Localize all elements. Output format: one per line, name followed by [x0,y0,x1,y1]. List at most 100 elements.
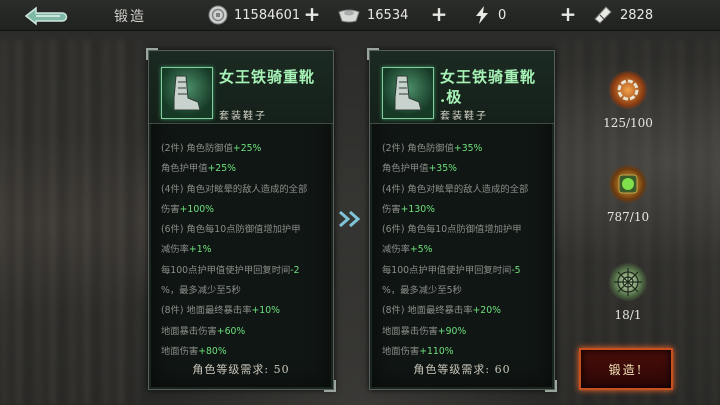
stat-value: +130% [400,203,435,215]
forged-item-header: 女王铁骑重靴 .极 套装鞋子 [370,51,554,124]
stat-value: +5% [409,244,433,256]
green-gem-icon [608,164,648,204]
forged-item-requirement: 角色等级需求: 60 [413,363,511,376]
stat-value: +80% [198,345,227,357]
stat-line: 每100点护甲值使护甲回复时间-5 [382,261,548,281]
stat-line: 角色护甲值+35% [382,159,548,179]
background-left-blur [0,40,140,405]
stat-label: 伤害 [382,203,401,215]
forged-item-type: 套装鞋子 [440,111,488,122]
ticket-icon [592,5,614,25]
forged-item-panel: 女王铁骑重靴 .极 套装鞋子 (2件) 角色防御值+35% 角色护甲值+35% (4… [367,48,557,392]
current-item-name: 女王铁骑重靴 [219,68,316,86]
stat-label: 伤害 [161,203,180,215]
forged-item-name-line2: .极 [440,88,463,106]
upgrade-arrows-icon [338,210,364,232]
back-arrow-icon[interactable] [16,4,72,28]
boots-icon [382,67,434,119]
current-item-stats: (2件) 角色防御值+25% 角色护甲值+25% (4件) 角色对眩晕的敌人造成的全… [161,139,327,362]
stat-line: %，最多减少至5秒 [382,281,548,301]
stat-line: (2件) 角色防御值+25% [161,139,327,159]
stat-line: %，最多减少至5秒 [161,281,327,301]
stamina-amount: 0 [498,7,507,23]
silver-currency: 11584601 [208,4,300,26]
stat-line: 每100点护甲值使护甲回复时间-2 [161,261,327,281]
material-web[interactable]: 18/1 [598,262,658,322]
stat-label: 角色护甲值 [161,163,208,175]
stat-value: -5 [511,264,521,276]
forged-item-name-line1: 女王铁骑重靴 [440,68,537,86]
stat-line: (8件) 地面最终暴击率+20% [382,301,548,321]
stat-label: 角色护甲值 [382,163,429,175]
stat-value: +20% [472,305,501,317]
stat-label: 减伤率 [382,244,410,256]
silver-ingot-icon [337,5,361,25]
material-chain[interactable]: 125/100 [598,70,658,130]
add-ingot-button[interactable]: + [429,3,449,25]
stat-label: %，最多减少至5秒 [382,285,462,297]
stat-value: -2 [290,264,300,276]
stat-line: 伤害+130% [382,200,548,220]
chain-ring-icon [608,70,648,110]
stat-line: (2件) 角色防御值+35% [382,139,548,159]
stat-line: (4件) 角色对眩晕的敌人造成的全部 [382,180,548,200]
material-chain-count: 125/100 [603,116,653,130]
spider-web-icon [608,262,648,302]
material-web-count: 18/1 [614,308,642,322]
stat-value: +60% [216,325,246,337]
add-stamina-button[interactable]: + [558,3,578,25]
stat-value: +10% [251,305,280,317]
material-gem-count: 787/10 [606,210,650,224]
stat-label: 地面伤害 [382,345,420,357]
stat-value: +25% [232,143,262,154]
current-item-header: 女王铁骑重靴 套装鞋子 [149,51,333,124]
stat-label: 每100点护甲值使护甲回复时间 [161,264,291,276]
silver-amount: 11584601 [234,7,301,23]
stat-line: (8件) 地面最终暴击率+10% [161,301,327,321]
stat-label: (2件) 角色防御值 [382,143,454,154]
stat-label: (2件) 角色防御值 [161,143,233,154]
material-gem[interactable]: 787/10 [598,164,658,224]
stat-value: +90% [437,325,467,337]
stat-value: +110% [419,345,454,357]
stat-line: 地面伤害+110% [382,342,548,362]
stat-label: (4件) 角色对眩晕的敌人造成的全部 [382,183,529,195]
current-item-panel: 女王铁骑重靴 套装鞋子 (2件) 角色防御值+25% 角色护甲值+25% (4件) … [146,48,336,392]
boots-icon [161,67,213,119]
stat-value: +1% [188,244,212,256]
stat-line: (4件) 角色对眩晕的敌人造成的全部 [161,180,327,200]
forged-item-name: 女王铁骑重靴 .极 [440,67,536,107]
stamina-currency: 0 [472,4,506,26]
stat-value: +35% [453,143,483,154]
stat-line: (6件) 角色每10点防御值增加护甲 [382,220,548,240]
stat-label: 地面暴击伤害 [161,325,217,337]
stat-label: (8件) 地面最终暴击率 [161,305,252,317]
stat-value: +35% [428,163,457,175]
stat-label: (4件) 角色对眩晕的敌人造成的全部 [161,183,308,195]
stat-label: (8件) 地面最终暴击率 [382,305,473,317]
top-bar: 锻造 11584601 + 16534 + 0 + 2828 [0,0,720,31]
stat-label: 地面暴击伤害 [382,325,438,337]
stat-value: +25% [207,163,236,175]
lightning-icon [472,5,492,25]
stat-line: 减伤率+5% [382,240,548,260]
stat-label: %，最多减少至5秒 [161,285,241,297]
add-silver-button[interactable]: + [302,3,322,25]
stat-label: 每100点护甲值使护甲回复时间 [382,264,512,276]
ticket-amount: 2828 [620,7,654,23]
ticket-currency: 2828 [592,4,653,26]
stat-line: 地面暴击伤害+90% [382,322,548,342]
forge-button[interactable]: 锻造! [579,348,673,390]
current-item-type: 套装鞋子 [219,111,267,122]
stat-label: 减伤率 [161,244,189,256]
silver-coin-icon [208,5,228,25]
ingot-currency: 16534 [337,4,408,26]
stat-line: 伤害+100% [161,200,327,220]
stat-label: 地面伤害 [161,345,199,357]
stat-line: 角色护甲值+25% [161,159,327,179]
stat-value: +100% [179,203,214,215]
stat-label: (6件) 角色每10点防御值增加护甲 [382,224,522,236]
stat-line: 地面伤害+80% [161,342,327,362]
current-item-requirement: 角色等级需求: 50 [192,363,290,376]
page-title: 锻造 [114,9,146,25]
